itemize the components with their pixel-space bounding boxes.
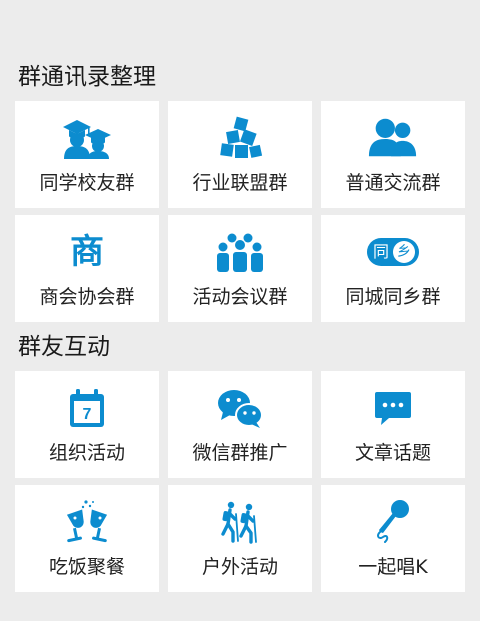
shang-glyph: 商: [70, 232, 104, 272]
tile-dinner-party[interactable]: 吃饭聚餐: [15, 485, 159, 592]
tile-hometown-group[interactable]: 同 乡 同城同乡群: [321, 215, 465, 322]
chat-bubble-icon: [367, 385, 419, 431]
tile-label: 同学校友群: [39, 172, 135, 194]
tile-general-group[interactable]: 普通交流群: [321, 101, 465, 208]
hikers-icon: [214, 499, 266, 545]
tile-wechat-promotion[interactable]: 微信群推广: [168, 371, 312, 478]
tile-label: 商会协会群: [39, 286, 135, 308]
tile-label: 普通交流群: [345, 172, 441, 194]
tile-label: 行业联盟群: [192, 172, 288, 194]
section-title-interaction: 群友互动: [18, 334, 110, 360]
tile-industry-group[interactable]: 行业联盟群: [168, 101, 312, 208]
tile-alumni-group[interactable]: 同学校友群: [15, 101, 159, 208]
tile-article-topic[interactable]: 文章话题: [321, 371, 465, 478]
tile-label: 同城同乡群: [345, 286, 441, 308]
xiang-glyph: 乡: [397, 244, 411, 260]
tile-chamber-group[interactable]: 商 商会协会群: [15, 215, 159, 322]
tongxiang-badge-icon: 同 乡: [367, 229, 419, 275]
shang-character-icon: 商: [61, 229, 113, 275]
cubes-icon: [214, 115, 266, 161]
directory-grid: 同学校友群 行业联盟群 普通交流群 商 商会协会群 活动会议群 同 乡 同城同乡…: [15, 101, 465, 322]
tile-outdoor-activity[interactable]: 户外活动: [168, 485, 312, 592]
tile-label: 组织活动: [48, 442, 125, 464]
wechat-icon: [214, 385, 266, 431]
tile-label: 一起唱K: [358, 556, 428, 578]
calendar-day-number: 7: [83, 406, 92, 423]
graduation-caps-icon: [61, 115, 113, 161]
tile-event-group[interactable]: 活动会议群: [168, 215, 312, 322]
tile-label: 文章话题: [354, 442, 431, 464]
section-title-directory: 群通讯录整理: [18, 64, 156, 90]
two-people-icon: [367, 115, 419, 161]
group-people-icon: [214, 229, 266, 275]
microphone-icon: [367, 499, 419, 545]
tong-glyph: 同: [373, 242, 390, 261]
tile-label: 微信群推广: [192, 442, 288, 464]
interaction-grid: 7 组织活动 微信群推广 文章话题 吃饭聚餐 户外活动 一起唱K: [15, 371, 465, 592]
tile-organize-activity[interactable]: 7 组织活动: [15, 371, 159, 478]
wine-glasses-icon: [61, 499, 113, 545]
tile-label: 吃饭聚餐: [48, 556, 125, 578]
tile-label: 户外活动: [201, 556, 278, 578]
tile-label: 活动会议群: [192, 286, 288, 308]
tile-karaoke[interactable]: 一起唱K: [321, 485, 465, 592]
calendar-icon: 7: [61, 385, 113, 431]
